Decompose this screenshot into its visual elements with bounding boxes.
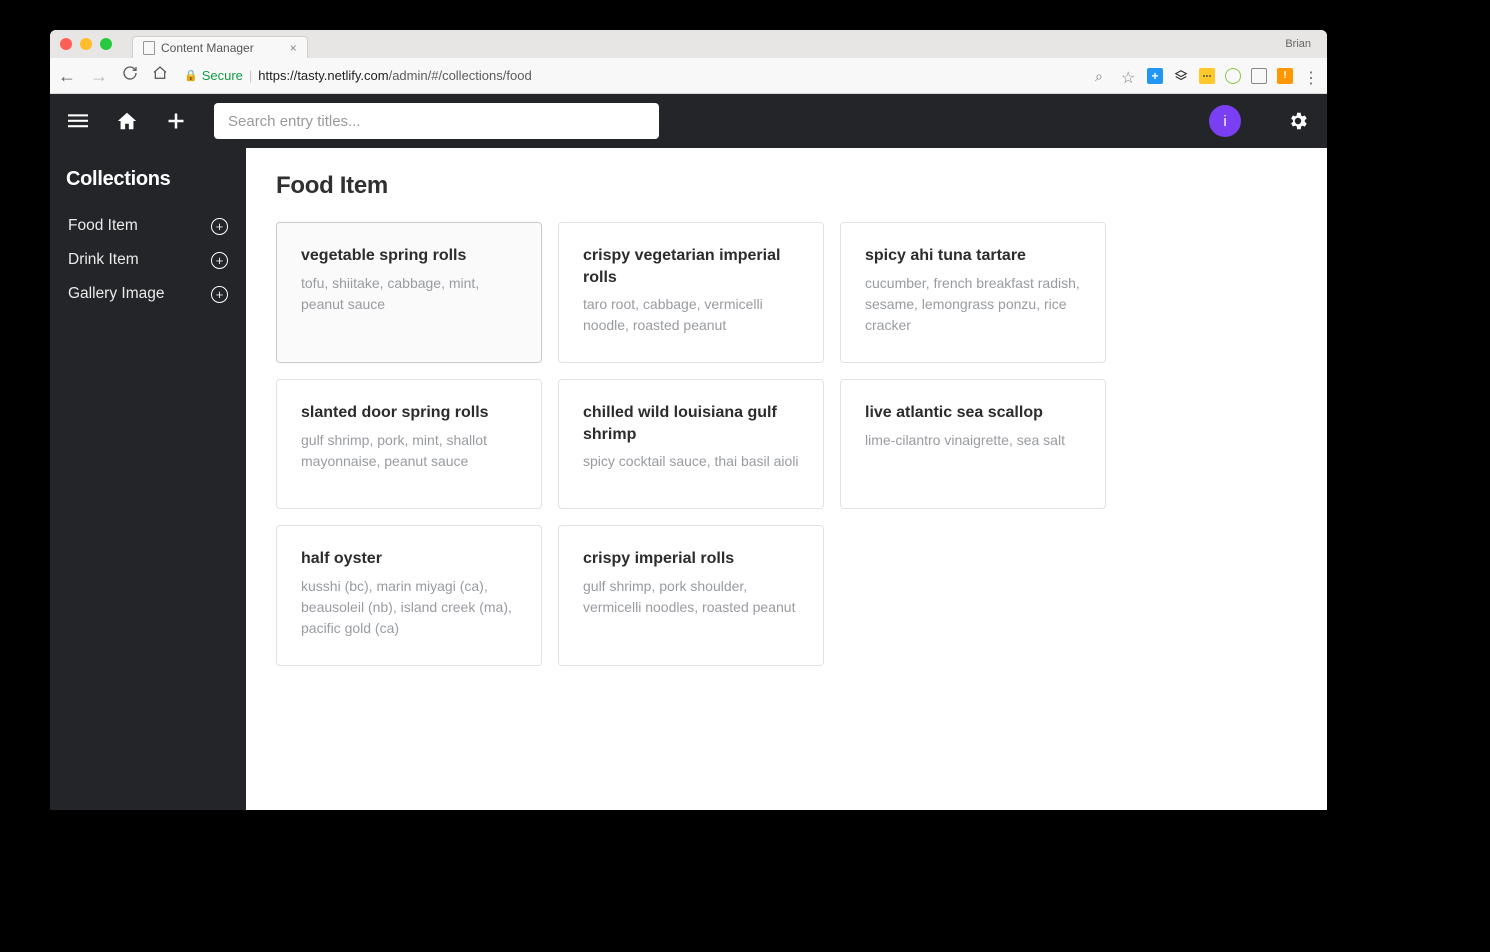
card-title: vegetable spring rolls — [301, 245, 517, 267]
plus-circle-icon[interactable]: + — [211, 218, 228, 235]
entry-card[interactable]: live atlantic sea scallop lime-cilantro v… — [840, 379, 1106, 509]
card-title: half oyster — [301, 548, 517, 570]
card-description: lime-cilantro vinaigrette, sea salt — [865, 430, 1081, 451]
extension-icons: ⌕ ☆ + ! ⋮ — [1095, 68, 1319, 84]
browser-tabstrip: Content Manager × Brian — [50, 30, 1327, 58]
home-icon[interactable] — [116, 110, 138, 132]
entry-card[interactable]: vegetable spring rolls tofu, shiitake, ca… — [276, 222, 542, 363]
card-title: chilled wild louisiana gulf shrimp — [583, 402, 799, 445]
profile-name[interactable]: Brian — [1285, 38, 1317, 50]
extension-stack-icon[interactable] — [1173, 68, 1189, 84]
page-icon — [143, 41, 155, 55]
sidebar-item-label: Gallery Image — [68, 285, 164, 303]
close-window-button[interactable] — [60, 38, 72, 50]
card-title: crispy vegetarian imperial rolls — [583, 245, 799, 288]
close-tab-button[interactable]: × — [290, 41, 297, 55]
entry-card[interactable]: chilled wild louisiana gulf shrimp spicy … — [558, 379, 824, 509]
user-avatar[interactable]: i — [1209, 105, 1241, 137]
browser-tab[interactable]: Content Manager × — [132, 36, 308, 58]
card-title: crispy imperial rolls — [583, 548, 799, 570]
back-button[interactable]: ← — [58, 67, 76, 85]
url-text: https://tasty.netlify.com/admin/#/collec… — [258, 68, 531, 83]
app-body: Collections Food Item+Drink Item+Gallery… — [50, 148, 1327, 810]
entry-card[interactable]: crispy vegetarian imperial rolls taro roo… — [558, 222, 824, 363]
address-bar[interactable]: 🔒 Secure | https://tasty.netlify.com/adm… — [178, 68, 1077, 83]
card-description: gulf shrimp, pork shoulder, vermicelli n… — [583, 576, 799, 618]
card-grid: vegetable spring rolls tofu, shiitake, ca… — [276, 222, 1297, 666]
reload-button[interactable] — [122, 65, 138, 86]
search-input[interactable] — [214, 103, 659, 139]
entry-card[interactable]: slanted door spring rolls gulf shrimp, po… — [276, 379, 542, 509]
card-description: taro root, cabbage, vermicelli noodle, r… — [583, 294, 799, 336]
settings-icon[interactable] — [1287, 110, 1309, 132]
sidebar: Collections Food Item+Drink Item+Gallery… — [50, 148, 246, 810]
sidebar-title: Collections — [66, 168, 230, 191]
browser-menu-button[interactable]: ⋮ — [1303, 68, 1319, 84]
browser-toolbar: ← → 🔒 Secure | https://tasty.netlify.com… — [50, 58, 1327, 94]
minimize-window-button[interactable] — [80, 38, 92, 50]
app-header: i — [50, 94, 1327, 148]
home-button[interactable] — [152, 65, 168, 86]
window-controls — [60, 38, 112, 50]
card-description: spicy cocktail sauce, thai basil aioli — [583, 451, 799, 472]
card-description: cucumber, french breakfast radish, sesam… — [865, 273, 1081, 336]
sidebar-item-label: Food Item — [68, 217, 138, 235]
card-description: tofu, shiitake, cabbage, mint, peanut sa… — [301, 273, 517, 315]
main-content: Food Item vegetable spring rolls tofu, sh… — [246, 148, 1327, 810]
add-icon[interactable] — [166, 111, 186, 131]
card-description: kusshi (bc), marin miyagi (ca), beausole… — [301, 576, 517, 639]
card-title: slanted door spring rolls — [301, 402, 517, 424]
card-title: live atlantic sea scallop — [865, 402, 1081, 424]
sidebar-item-food-item[interactable]: Food Item + — [66, 209, 230, 243]
plus-circle-icon[interactable]: + — [211, 286, 228, 303]
entry-card[interactable]: spicy ahi tuna tartare cucumber, french b… — [840, 222, 1106, 363]
secure-indicator: 🔒 Secure — [184, 68, 243, 83]
browser-window: Content Manager × Brian ← → 🔒 Secure | h… — [50, 30, 1327, 810]
maximize-window-button[interactable] — [100, 38, 112, 50]
page-title: Food Item — [276, 172, 1297, 200]
extension-exclaim-icon[interactable]: ! — [1277, 68, 1293, 84]
entry-card[interactable]: crispy imperial rolls gulf shrimp, pork s… — [558, 525, 824, 666]
sidebar-item-label: Drink Item — [68, 251, 139, 269]
card-description: gulf shrimp, pork, mint, shallot mayonna… — [301, 430, 517, 472]
bookmark-star-icon[interactable]: ☆ — [1121, 68, 1137, 84]
secure-label: Secure — [202, 68, 243, 83]
extension-dots-icon[interactable] — [1199, 68, 1215, 84]
key-icon[interactable]: ⌕ — [1095, 68, 1111, 84]
extension-circle-icon[interactable] — [1225, 68, 1241, 84]
hamburger-menu-icon[interactable] — [68, 111, 88, 131]
avatar-letter: i — [1223, 113, 1226, 130]
sidebar-item-drink-item[interactable]: Drink Item + — [66, 243, 230, 277]
plus-circle-icon[interactable]: + — [211, 252, 228, 269]
tab-title: Content Manager — [161, 41, 254, 55]
lock-icon: 🔒 — [184, 69, 198, 82]
sidebar-item-gallery-image[interactable]: Gallery Image + — [66, 277, 230, 311]
forward-button[interactable]: → — [90, 67, 108, 85]
card-title: spicy ahi tuna tartare — [865, 245, 1081, 267]
extension-plus-icon[interactable]: + — [1147, 68, 1163, 84]
cast-icon[interactable] — [1251, 68, 1267, 84]
entry-card[interactable]: half oyster kusshi (bc), marin miyagi (ca… — [276, 525, 542, 666]
